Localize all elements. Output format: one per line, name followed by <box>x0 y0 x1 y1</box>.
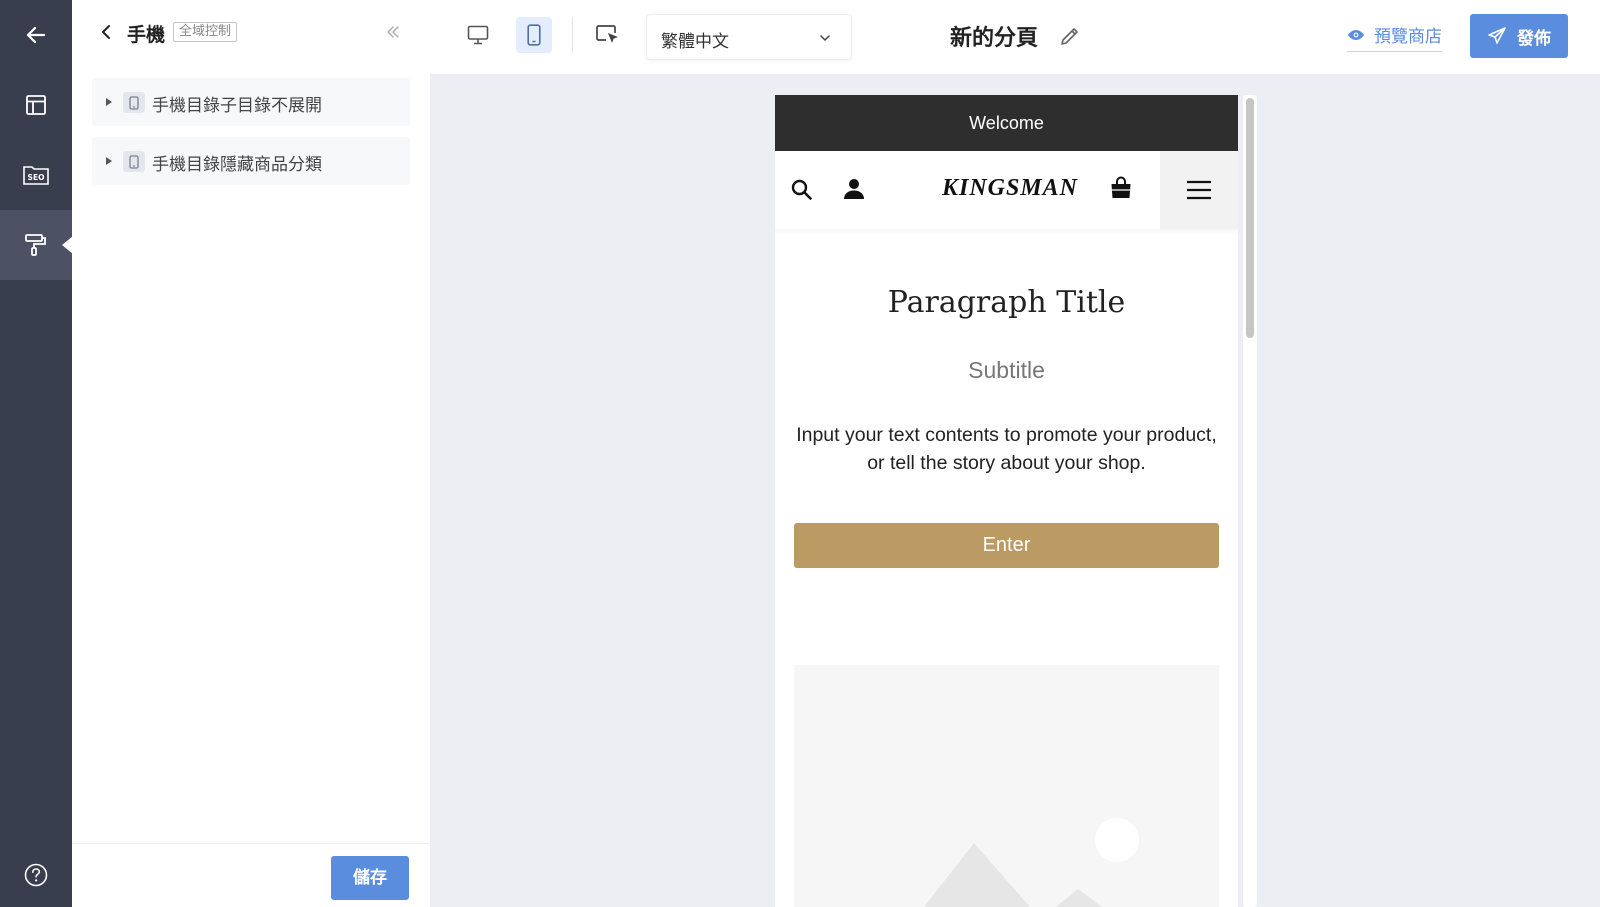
chevron-left-icon[interactable] <box>96 22 116 42</box>
preview-canvas: Welcome KINGSMAN Paragraph Title Subtitl… <box>430 74 1600 907</box>
publish-label: 發佈 <box>1517 28 1551 49</box>
image-placeholder[interactable] <box>794 665 1219 907</box>
mobile-view-button[interactable] <box>516 17 552 53</box>
paragraph-body[interactable]: Input your text contents to promote your… <box>795 421 1218 477</box>
setting-item-label: 手機目錄隱藏商品分類 <box>152 155 322 175</box>
mobile-icon <box>527 24 541 46</box>
layout-icon <box>26 95 46 115</box>
store-logo[interactable]: KINGSMAN <box>935 175 1085 202</box>
paragraph-subtitle[interactable]: Subtitle <box>775 357 1238 384</box>
svg-text:SEO: SEO <box>28 173 45 182</box>
scrollbar-thumb[interactable] <box>1246 98 1254 338</box>
language-select[interactable]: 繁體中文 <box>646 14 852 60</box>
collapse-panel-icon[interactable] <box>385 24 401 40</box>
language-value: 繁體中文 <box>661 32 729 52</box>
save-button[interactable]: 儲存 <box>331 856 409 900</box>
mobile-icon <box>123 151 145 172</box>
caret-right-icon <box>106 98 112 106</box>
hamburger-icon <box>1187 180 1211 200</box>
help-button[interactable] <box>0 840 72 907</box>
back-arrow-icon <box>26 26 46 44</box>
paint-roller-icon <box>25 234 46 256</box>
scope-badge: 全域控制 <box>173 22 238 42</box>
toolbar-divider <box>572 17 573 53</box>
image-placeholder-icon <box>924 818 1139 907</box>
preview-scrollbar[interactable] <box>1243 95 1257 907</box>
setting-item-submenu[interactable]: 手機目錄子目錄不展開 <box>92 78 410 126</box>
icon-rail: SEO <box>0 0 73 907</box>
chevron-down-icon <box>820 35 830 41</box>
top-toolbar: 繁體中文 新的分頁 預覽商店 發佈 <box>430 0 1600 74</box>
enter-button[interactable]: Enter <box>794 523 1219 568</box>
pencil-icon[interactable] <box>1058 24 1082 48</box>
select-element-button[interactable] <box>590 17 626 53</box>
desktop-icon <box>467 25 489 45</box>
page-name: 新的分頁 <box>950 26 1039 51</box>
panel-footer: 儲存 <box>72 843 430 907</box>
user-icon[interactable] <box>841 176 867 202</box>
panel-title: 手機 <box>127 24 166 46</box>
caret-right-icon <box>106 157 112 165</box>
setting-item-hide-category[interactable]: 手機目錄隱藏商品分類 <box>92 137 410 185</box>
hamburger-menu-button[interactable] <box>1160 151 1238 229</box>
seo-folder-icon: SEO <box>23 166 49 185</box>
send-icon <box>1488 27 1506 44</box>
preview-store-link[interactable]: 預覽商店 <box>1347 22 1442 52</box>
back-button[interactable] <box>0 0 72 70</box>
announcement-bar[interactable]: Welcome <box>775 95 1238 151</box>
eye-icon <box>1348 29 1364 40</box>
cursor-select-icon <box>596 25 618 43</box>
shopping-bag-icon[interactable] <box>1108 175 1134 201</box>
settings-panel: 手機 全域控制 手機目錄子目錄不展開 手機目錄隱藏商品分類 儲存 <box>72 0 430 907</box>
rail-layout-button[interactable] <box>0 70 72 140</box>
site-header[interactable]: KINGSMAN <box>775 151 1238 229</box>
search-icon[interactable] <box>789 177 815 203</box>
rail-design-button[interactable] <box>0 210 73 280</box>
rail-seo-button[interactable]: SEO <box>0 140 72 210</box>
publish-button[interactable]: 發佈 <box>1470 14 1568 58</box>
setting-item-label: 手機目錄子目錄不展開 <box>152 96 322 116</box>
mobile-icon <box>123 92 145 113</box>
paragraph-title[interactable]: Paragraph Title <box>775 285 1238 320</box>
panel-header: 手機 全域控制 <box>72 0 430 66</box>
mobile-preview-frame[interactable]: Welcome KINGSMAN Paragraph Title Subtitl… <box>775 95 1238 907</box>
desktop-view-button[interactable] <box>460 17 496 53</box>
help-icon <box>24 863 48 887</box>
preview-store-label: 預覽商店 <box>1374 27 1442 47</box>
